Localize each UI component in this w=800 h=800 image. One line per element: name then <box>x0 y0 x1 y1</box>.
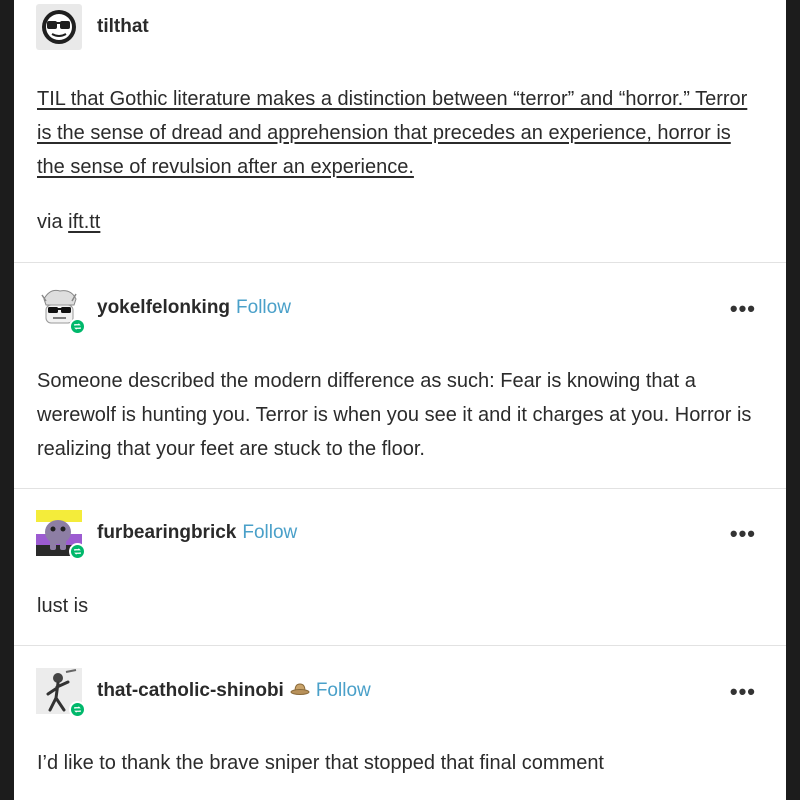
divider <box>14 645 786 646</box>
post-text[interactable]: TIL that Gothic literature makes a disti… <box>37 82 762 184</box>
post-text[interactable]: Someone described the modern difference … <box>37 364 762 466</box>
post-header: that-catholic-shinobi Follow <box>36 668 371 718</box>
follow-button[interactable]: Follow <box>316 680 371 702</box>
via-link[interactable]: ift.tt <box>68 211 100 233</box>
username[interactable]: tilthat <box>97 16 149 38</box>
username[interactable]: yokelfelonking <box>97 297 230 319</box>
avatar[interactable] <box>36 285 86 335</box>
avatar[interactable] <box>36 668 86 718</box>
reblog-icon <box>69 318 86 335</box>
sunglasses-face-icon <box>36 4 82 50</box>
divider <box>14 262 786 263</box>
avatar[interactable] <box>36 510 86 560</box>
via-label: via <box>37 211 63 233</box>
reblog-icon <box>69 543 86 560</box>
post-text[interactable]: lust is <box>37 589 762 623</box>
post-header: yokelfelonking Follow <box>36 285 291 335</box>
more-options-icon[interactable]: ••• <box>730 298 756 320</box>
divider <box>14 488 786 489</box>
hat-icon <box>290 682 310 701</box>
follow-button[interactable]: Follow <box>242 522 297 544</box>
post-header: tilthat <box>36 4 149 50</box>
post-header: furbearingbrick Follow <box>36 510 297 560</box>
post-text[interactable]: I’d like to thank the brave sniper that … <box>37 746 762 780</box>
reblog-icon <box>69 701 86 718</box>
avatar[interactable] <box>36 4 82 50</box>
via-source: via ift.tt <box>37 211 100 234</box>
username[interactable]: that-catholic-shinobi <box>97 680 284 702</box>
username[interactable]: furbearingbrick <box>97 522 236 544</box>
more-options-icon[interactable]: ••• <box>730 681 756 703</box>
follow-button[interactable]: Follow <box>236 297 291 319</box>
more-options-icon[interactable]: ••• <box>730 523 756 545</box>
post-thread: tilthat TIL that Gothic literature makes… <box>14 0 786 800</box>
